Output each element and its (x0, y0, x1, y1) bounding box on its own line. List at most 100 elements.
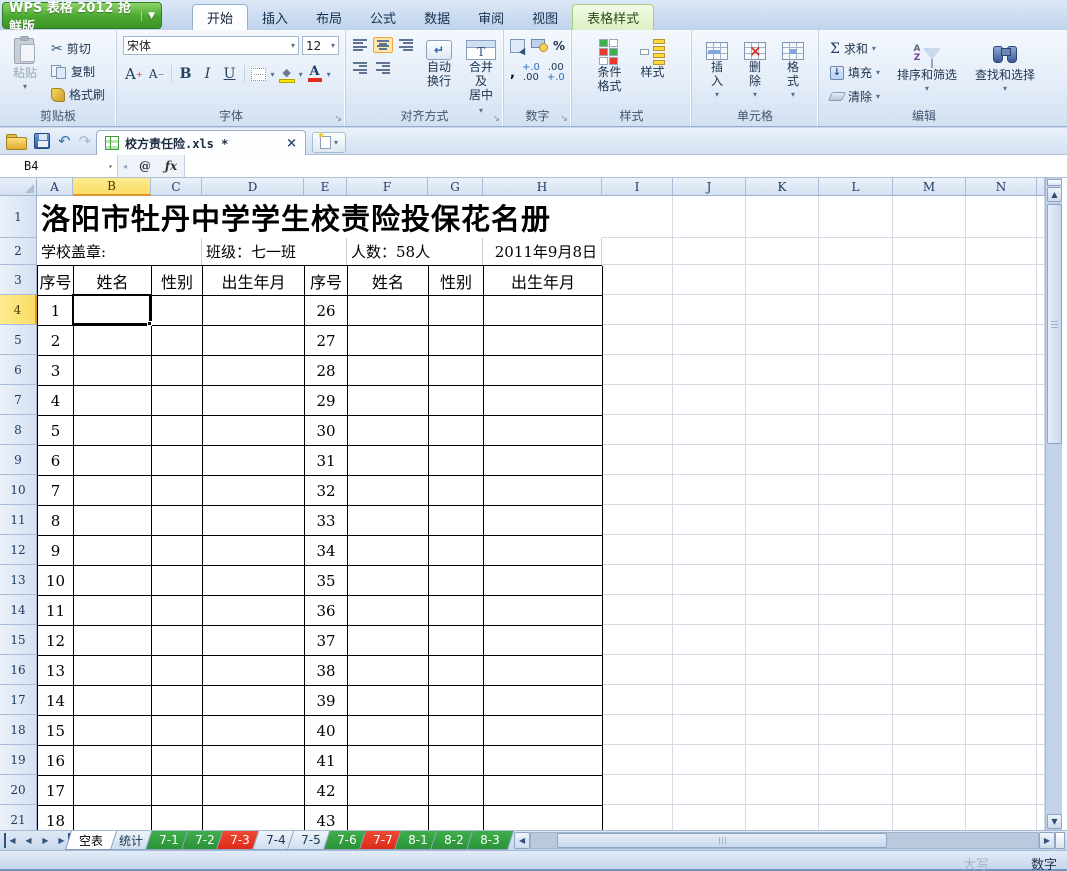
open-folder-icon[interactable] (6, 134, 26, 149)
row-header-19[interactable]: 19 (0, 745, 37, 775)
grid-cell[interactable] (602, 475, 673, 505)
column-header-E[interactable]: E (304, 178, 347, 196)
sheet-tab-空表[interactable]: 空表 (65, 831, 117, 850)
table-cell[interactable] (74, 806, 152, 830)
column-header-I[interactable]: I (602, 178, 673, 196)
grid-cell[interactable] (746, 715, 819, 745)
table-cell[interactable] (152, 686, 203, 716)
format-cells-button[interactable]: 格式 ▾ (778, 39, 808, 105)
grid-cell[interactable] (819, 715, 893, 745)
grid-cell[interactable] (966, 238, 1037, 265)
grid-cell[interactable] (893, 445, 966, 475)
row-header-4[interactable]: 4 (0, 295, 37, 325)
grid-cell[interactable] (1037, 715, 1045, 745)
table-cell[interactable]: 12 (38, 626, 74, 656)
grid-cell[interactable] (893, 565, 966, 595)
table-cell[interactable] (152, 416, 203, 446)
table-cell[interactable] (429, 296, 484, 326)
table-cell[interactable]: 32 (305, 476, 348, 506)
grid-cell[interactable] (1037, 445, 1045, 475)
table-cell[interactable] (348, 356, 429, 386)
grid-cell[interactable] (602, 265, 673, 295)
grid-cell[interactable] (602, 715, 673, 745)
fill-handle[interactable] (147, 321, 152, 326)
grid-cell[interactable] (673, 685, 746, 715)
grid-cell[interactable] (673, 595, 746, 625)
decrease-indent-button[interactable] (350, 60, 370, 76)
table-cell[interactable] (429, 686, 484, 716)
grid-cell[interactable] (893, 505, 966, 535)
grid-cell[interactable] (819, 295, 893, 325)
table-cell[interactable] (74, 686, 152, 716)
row-header-5[interactable]: 5 (0, 325, 37, 355)
grid-cell[interactable] (966, 685, 1037, 715)
grid-cell[interactable] (602, 535, 673, 565)
paste-button[interactable]: 粘贴 ▾ (8, 33, 42, 104)
grid-cell[interactable] (673, 325, 746, 355)
table-cell[interactable] (348, 386, 429, 416)
column-header-K[interactable]: K (746, 178, 819, 196)
grid-cell[interactable] (819, 196, 893, 238)
table-cell[interactable] (484, 386, 603, 416)
grid-cell[interactable] (1037, 775, 1045, 805)
table-cell[interactable]: 2 (38, 326, 74, 356)
table-cell[interactable] (74, 656, 152, 686)
grid-cell[interactable] (1037, 475, 1045, 505)
grid-cell[interactable] (966, 805, 1037, 830)
table-cell[interactable] (203, 566, 305, 596)
table-cell[interactable] (348, 506, 429, 536)
grid-cell[interactable] (1037, 685, 1045, 715)
grid-cell[interactable] (673, 805, 746, 830)
menu-tab-审阅[interactable]: 审阅 (464, 4, 518, 30)
row-header-3[interactable]: 3 (0, 265, 37, 295)
align-center-button[interactable] (373, 37, 393, 53)
grid-cell[interactable] (819, 595, 893, 625)
dialog-launcher-icon[interactable]: ↘ (334, 114, 342, 124)
grid-cell[interactable] (746, 595, 819, 625)
align-left-button[interactable] (350, 37, 370, 53)
font-name-select[interactable]: 宋体 ▾ (123, 36, 299, 55)
grid-cell[interactable] (673, 745, 746, 775)
menu-tab-数据[interactable]: 数据 (410, 4, 464, 30)
decrease-decimal-button[interactable]: .00+.0 (547, 63, 565, 83)
grid-cell[interactable] (602, 565, 673, 595)
grid-cell[interactable] (819, 805, 893, 830)
table-cell[interactable] (348, 686, 429, 716)
grid-cell[interactable] (673, 565, 746, 595)
grid-cell[interactable] (966, 325, 1037, 355)
grid-cell[interactable] (966, 625, 1037, 655)
table-cell[interactable] (484, 536, 603, 566)
menu-tab-视图[interactable]: 视图 (518, 4, 572, 30)
table-cell[interactable] (429, 656, 484, 686)
table-cell[interactable] (152, 716, 203, 746)
table-cell[interactable] (74, 326, 152, 356)
table-cell[interactable] (484, 446, 603, 476)
underline-button[interactable]: U (220, 63, 240, 85)
table-cell[interactable]: 1 (38, 296, 74, 326)
select-all-corner[interactable] (0, 178, 37, 196)
grid-cell[interactable] (602, 625, 673, 655)
table-header-cell[interactable]: 出生年月 (484, 266, 603, 296)
grid-cell[interactable] (673, 445, 746, 475)
grid-cell[interactable] (602, 385, 673, 415)
table-cell[interactable]: 26 (305, 296, 348, 326)
grid-cell[interactable] (966, 355, 1037, 385)
formula-bar-splitter[interactable]: ◂ (118, 155, 132, 177)
column-header-F[interactable]: F (347, 178, 428, 196)
grid-cell[interactable] (746, 295, 819, 325)
grid-cell[interactable] (673, 238, 746, 265)
grid-cell[interactable] (746, 745, 819, 775)
grid-cell[interactable] (1037, 295, 1045, 325)
bold-button[interactable]: B (176, 63, 196, 85)
row-header-20[interactable]: 20 (0, 775, 37, 805)
table-cell[interactable] (348, 716, 429, 746)
grid-cell[interactable] (746, 475, 819, 505)
grid-cell[interactable] (819, 325, 893, 355)
grid-cell[interactable] (819, 535, 893, 565)
grid-cell[interactable] (602, 415, 673, 445)
grid-cell[interactable] (1037, 625, 1045, 655)
fill-button[interactable]: ↓ 填充 ▾ (827, 63, 883, 82)
table-cell[interactable]: 5 (38, 416, 74, 446)
table-cell[interactable]: 35 (305, 566, 348, 596)
grid-cell[interactable] (966, 745, 1037, 775)
